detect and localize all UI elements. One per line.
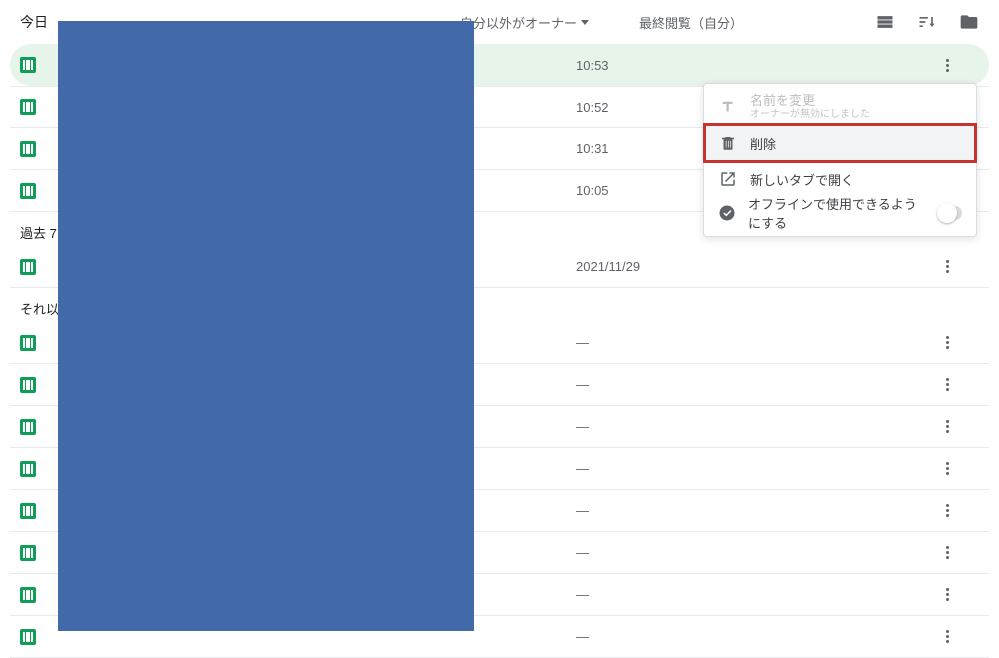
trash-icon xyxy=(718,133,738,153)
owner-filter-label: 自分以外がオーナー xyxy=(460,13,577,32)
more-actions-icon[interactable] xyxy=(939,587,955,603)
sheets-icon xyxy=(20,587,36,603)
sheets-icon xyxy=(20,503,36,519)
menu-delete-label: 削除 xyxy=(750,134,776,153)
sort-label: 最終閲覧（自分） xyxy=(639,13,743,32)
offline-icon xyxy=(718,203,736,223)
file-time: 10:53 xyxy=(576,58,756,73)
sheets-icon xyxy=(20,99,36,115)
caret-down-icon xyxy=(581,20,589,25)
menu-rename-label: 名前を変更 xyxy=(750,94,870,109)
grid-view-icon[interactable] xyxy=(875,12,895,32)
sheets-icon xyxy=(20,419,36,435)
more-actions-icon[interactable] xyxy=(939,259,955,275)
offline-toggle[interactable] xyxy=(937,206,962,220)
menu-delete[interactable]: 削除 xyxy=(704,124,976,162)
sort-icon[interactable] xyxy=(917,12,937,32)
menu-rename-note: オーナーが無効にしました xyxy=(750,109,870,121)
file-time: — xyxy=(576,545,756,560)
sheets-icon xyxy=(20,57,36,73)
more-actions-icon[interactable] xyxy=(939,57,955,73)
more-actions-icon[interactable] xyxy=(939,545,955,561)
more-actions-icon[interactable] xyxy=(939,629,955,645)
file-time: — xyxy=(576,629,756,644)
file-time: — xyxy=(576,419,756,434)
sheets-icon xyxy=(20,335,36,351)
sheets-icon xyxy=(20,259,36,275)
sheets-icon xyxy=(20,183,36,199)
more-actions-icon[interactable] xyxy=(939,461,955,477)
sheets-icon xyxy=(20,629,36,645)
rename-icon xyxy=(718,97,738,117)
menu-offline-label: オフラインで使用できるようにする xyxy=(748,194,925,232)
sheets-icon xyxy=(20,377,36,393)
menu-open-new-tab[interactable]: 新しいタブで開く xyxy=(704,162,976,196)
menu-offline[interactable]: オフラインで使用できるようにする xyxy=(704,196,976,230)
file-time: — xyxy=(576,335,756,350)
sheets-icon xyxy=(20,141,36,157)
more-actions-icon[interactable] xyxy=(939,377,955,393)
file-time: — xyxy=(576,503,756,518)
more-actions-icon[interactable] xyxy=(939,503,955,519)
more-actions-icon[interactable] xyxy=(939,335,955,351)
menu-open-new-tab-label: 新しいタブで開く xyxy=(750,170,854,189)
context-menu: 名前を変更 オーナーが無効にしました 削除 新しいタブで開く オフラインで使用で… xyxy=(703,83,977,237)
file-time: — xyxy=(576,587,756,602)
folder-icon[interactable] xyxy=(959,12,979,32)
file-time: 2021/11/29 xyxy=(576,259,756,274)
sheets-icon xyxy=(20,461,36,477)
menu-rename: 名前を変更 オーナーが無効にしました xyxy=(704,90,976,124)
more-actions-icon[interactable] xyxy=(939,419,955,435)
file-time: — xyxy=(576,377,756,392)
owner-filter[interactable]: 自分以外がオーナー xyxy=(460,13,589,32)
sheets-icon xyxy=(20,545,36,561)
file-time: — xyxy=(576,461,756,476)
open-new-tab-icon xyxy=(718,169,738,189)
redaction-mask xyxy=(58,21,474,631)
